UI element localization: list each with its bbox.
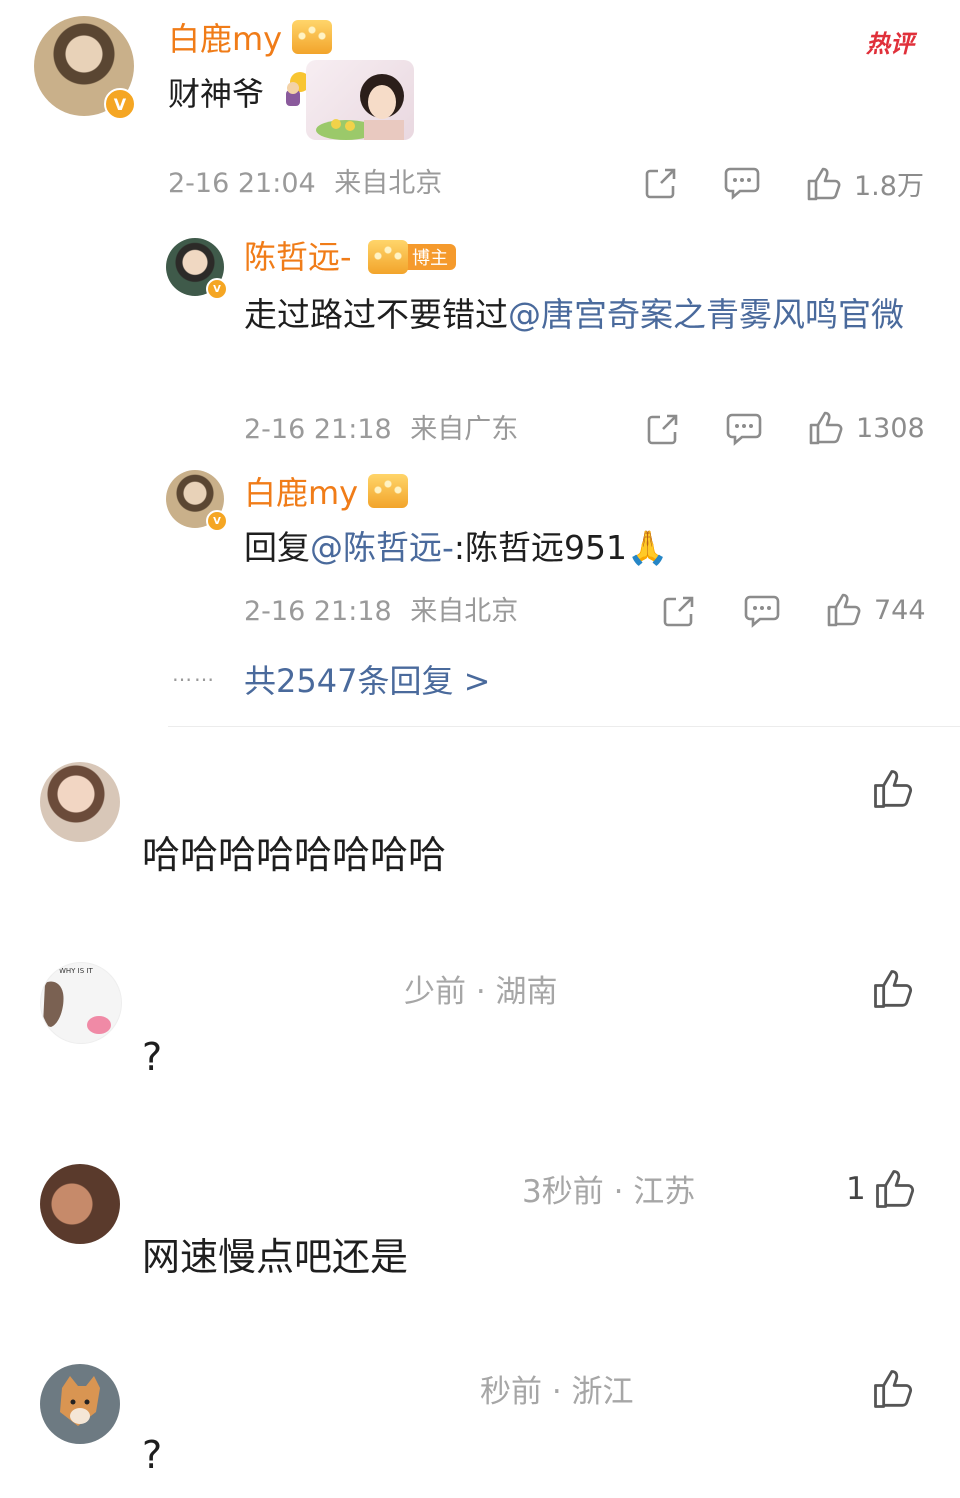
- comment-time: 2-16 21:04: [168, 168, 316, 199]
- hot-comment-badge: 热评: [866, 30, 914, 58]
- mention-link[interactable]: @陈哲远-: [310, 528, 454, 567]
- like-count: 1308: [856, 412, 925, 444]
- reply-location: 来自北京: [410, 596, 519, 627]
- avatar[interactable]: WHY IS IT: [40, 962, 122, 1044]
- comment-text: 网速慢点吧还是: [142, 1235, 409, 1279]
- crown-badge-icon: 博主: [368, 240, 456, 274]
- section-divider: [168, 726, 960, 727]
- share-icon: [647, 414, 678, 445]
- mention-link[interactable]: @唐宫奇案之青雾风鸣官微: [508, 295, 904, 334]
- reply-meta: 2-16 21:18 来自北京: [244, 594, 518, 630]
- comment-meta: 少前 · 湖南: [404, 974, 558, 1010]
- comment-meta: 秒前 · 浙江: [480, 1374, 634, 1410]
- verified-icon: V: [206, 510, 228, 532]
- comment-text: 财神爷: [168, 75, 265, 113]
- author-name[interactable]: 白鹿my: [244, 472, 358, 514]
- thumbs-up-icon: [874, 770, 913, 808]
- comment-text: ?: [142, 1035, 163, 1079]
- share-icon: [663, 596, 694, 627]
- like-count: 1: [846, 1171, 866, 1207]
- like-button[interactable]: 1.8万: [806, 164, 924, 203]
- more-replies-link[interactable]: 共2547条回复 >: [244, 660, 490, 702]
- comment-meta: 3秒前 · 江苏: [522, 1174, 696, 1210]
- like-button[interactable]: 1308: [808, 410, 925, 446]
- thumbs-up-icon: [874, 1370, 913, 1408]
- like-button[interactable]: [872, 768, 914, 810]
- comment-button[interactable]: [726, 412, 762, 446]
- blogger-badge: 博主: [404, 244, 456, 270]
- share-button[interactable]: [662, 594, 696, 628]
- thumbs-up-icon: [809, 411, 843, 445]
- like-count: 744: [874, 594, 926, 626]
- reply-body: 走过路过不要错过: [244, 295, 508, 334]
- thumbs-up-icon: [807, 167, 841, 200]
- thumbs-up-icon: [874, 970, 913, 1008]
- reply-text: 走过路过不要错过@唐宫奇案之青雾风鸣官微: [244, 290, 934, 340]
- comment-button[interactable]: [744, 594, 780, 628]
- comment-text: 哈哈哈哈哈哈哈哈: [142, 833, 447, 877]
- thumbs-up-icon: [827, 593, 861, 627]
- crown-badge-icon: [292, 20, 332, 54]
- author-name[interactable]: 陈哲远-: [244, 236, 352, 278]
- comment-meta: 2-16 21:04 来自北京: [168, 166, 442, 202]
- comment-text: ?: [142, 1433, 163, 1477]
- reply-time: 2-16 21:18: [244, 414, 392, 445]
- author-name[interactable]: 白鹿my: [168, 18, 282, 60]
- comment-button[interactable]: [724, 166, 760, 200]
- verified-icon: V: [206, 278, 228, 300]
- avatar[interactable]: [40, 1364, 120, 1444]
- crown-badge-icon: [368, 474, 408, 508]
- thumbs-up-icon: [875, 1170, 914, 1208]
- comment-icon: [726, 413, 762, 446]
- like-button[interactable]: 1: [846, 1168, 916, 1210]
- avatar[interactable]: [40, 762, 120, 842]
- reply-meta: 2-16 21:18 来自广东: [244, 412, 518, 448]
- reply-prefix: 回复: [244, 528, 310, 567]
- like-button[interactable]: [872, 1368, 914, 1410]
- reply-location: 来自广东: [410, 414, 519, 445]
- like-button[interactable]: 744: [826, 592, 926, 628]
- avatar[interactable]: [40, 1164, 120, 1244]
- comment-location: 来自北京: [334, 168, 443, 199]
- share-button[interactable]: [644, 166, 678, 200]
- comment-icon: [744, 595, 780, 628]
- verified-icon: V: [104, 88, 136, 120]
- share-button[interactable]: [646, 412, 680, 446]
- comment-icon: [724, 167, 760, 200]
- like-button[interactable]: [872, 968, 914, 1010]
- reply-time: 2-16 21:18: [244, 596, 392, 627]
- svg-text:WHY IS IT: WHY IS IT: [59, 967, 93, 975]
- sticker-image[interactable]: [306, 60, 414, 140]
- share-icon: [645, 168, 676, 199]
- reply-text: 回复@陈哲远-:陈哲远951🙏: [244, 524, 668, 572]
- reply-body: :陈哲远951🙏: [453, 528, 669, 567]
- like-count: 1.8万: [854, 171, 924, 202]
- more-replies-dots: ……: [172, 662, 216, 686]
